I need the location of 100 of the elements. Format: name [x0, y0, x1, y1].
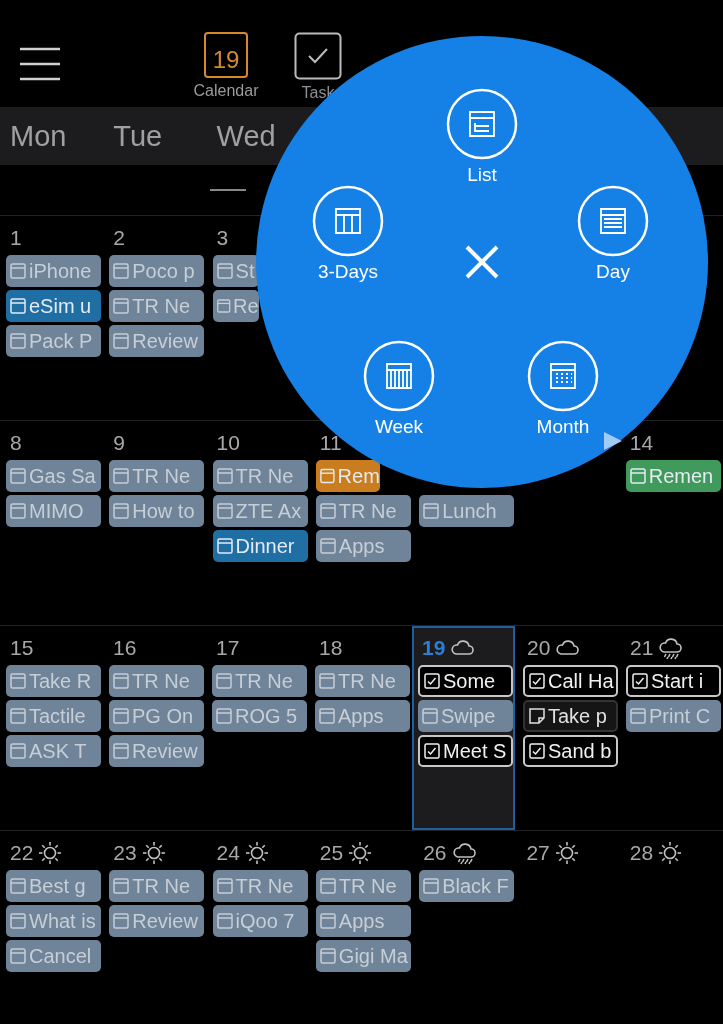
- date-number: 16: [113, 636, 137, 660]
- event-chip[interactable]: Gas Sa: [6, 460, 101, 492]
- event-chip[interactable]: Poco p: [109, 255, 205, 287]
- calendar-icon: [318, 707, 336, 725]
- sun-icon: [657, 840, 684, 866]
- event-chip[interactable]: TR Ne: [109, 665, 204, 697]
- event-chip[interactable]: How to: [109, 495, 205, 527]
- date-number: 8: [10, 431, 22, 455]
- event-chip[interactable]: Apps: [315, 700, 410, 732]
- sun-icon: [553, 840, 580, 866]
- rain-cloud-icon: [450, 840, 479, 866]
- calendar-icon: [215, 467, 234, 485]
- event-chip[interactable]: TR Ne: [212, 665, 307, 697]
- task-chip[interactable]: Some: [418, 665, 513, 697]
- calendar-icon: [112, 707, 130, 725]
- selected-day-cell[interactable]: 19 Some Swipe Meet S: [412, 626, 515, 830]
- calendar-icon: [318, 947, 337, 965]
- date-number: 21: [630, 636, 654, 660]
- calendar-icon: [9, 467, 27, 485]
- event-chip[interactable]: TR Ne: [109, 460, 205, 492]
- task-chip[interactable]: Call Ha: [523, 665, 618, 697]
- event-chip[interactable]: Cancel: [6, 940, 101, 972]
- weekday-label: Mon: [9, 119, 67, 153]
- checkbox-icon: [528, 672, 546, 690]
- event-chip[interactable]: Re: [212, 290, 259, 322]
- event-chip[interactable]: Review: [109, 735, 204, 767]
- event-chip[interactable]: Remen: [625, 460, 721, 492]
- event-chip[interactable]: Tactile: [6, 700, 101, 732]
- task-chip[interactable]: Sand b: [523, 735, 618, 767]
- event-chip[interactable]: Dinner: [212, 530, 308, 562]
- event-chip[interactable]: Print C: [626, 700, 721, 732]
- event-chip[interactable]: ROG 5: [212, 700, 307, 732]
- menu-button[interactable]: [18, 46, 62, 82]
- calendar-icon: [9, 297, 27, 315]
- calendar-icon: [318, 537, 337, 555]
- calendar-icon: [112, 912, 131, 930]
- event-chip[interactable]: TR Ne: [212, 870, 308, 902]
- checkbox-icon: [528, 742, 546, 760]
- event-chip[interactable]: TR Ne: [109, 290, 205, 322]
- date-number: 3: [216, 226, 229, 250]
- event-chip[interactable]: eSim u: [6, 290, 101, 322]
- date-number: 25: [319, 841, 344, 865]
- event-chip[interactable]: ASK T: [6, 735, 101, 767]
- event-chip[interactable]: TR Ne: [109, 870, 205, 902]
- calendar-icon: [628, 467, 647, 485]
- checkbox-icon: [423, 742, 441, 760]
- event-chip[interactable]: Black F: [419, 870, 515, 902]
- date-number: 11: [319, 431, 342, 455]
- event-chip[interactable]: Best g: [6, 870, 101, 902]
- date-number: 20: [527, 636, 551, 660]
- event-chip[interactable]: Take R: [6, 665, 101, 697]
- calendar-icon: [9, 707, 27, 725]
- date-number: 18: [319, 636, 343, 660]
- calendar-icon: [318, 467, 336, 485]
- event-chip[interactable]: ZTE Ax: [212, 495, 308, 527]
- view-icon: [363, 340, 435, 412]
- event-chip[interactable]: TR Ne: [315, 665, 410, 697]
- event-chip[interactable]: PG On: [109, 700, 204, 732]
- event-chip[interactable]: Gigi Ma: [315, 940, 411, 972]
- event-chip[interactable]: iQoo 7: [212, 905, 308, 937]
- event-chip[interactable]: Apps: [315, 905, 411, 937]
- task-chip[interactable]: Meet S: [418, 735, 513, 767]
- calendar-icon: [112, 297, 131, 315]
- calendar-icon: 19: [204, 32, 248, 78]
- date-number: 1: [10, 226, 22, 250]
- view-option-button[interactable]: Week: [363, 340, 435, 438]
- view-option-button[interactable]: 3-Days: [312, 185, 384, 283]
- date-number: 14: [629, 431, 654, 455]
- calendar-icon: [318, 877, 337, 895]
- task-chip[interactable]: Start i: [626, 665, 721, 697]
- event-chip[interactable]: St: [212, 255, 259, 287]
- event-chip[interactable]: Lunch: [419, 495, 515, 527]
- event-chip[interactable]: Rem: [315, 460, 380, 492]
- calendar-icon: [9, 672, 27, 690]
- calendar-icon: [112, 332, 131, 350]
- view-option-button[interactable]: List: [446, 88, 518, 186]
- calendar-icon: [9, 332, 27, 350]
- note-chip[interactable]: Take p: [523, 700, 618, 732]
- date-number: 9: [113, 431, 125, 455]
- event-chip[interactable]: What is: [6, 905, 101, 937]
- calendar-icon: [9, 912, 27, 930]
- event-chip[interactable]: Pack P: [6, 325, 101, 357]
- event-chip[interactable]: TR Ne: [315, 495, 411, 527]
- event-chip[interactable]: TR Ne: [315, 870, 411, 902]
- view-option-button[interactable]: Day: [577, 185, 649, 283]
- view-option-button[interactable]: Month: [527, 340, 599, 438]
- event-chip[interactable]: iPhone: [6, 255, 101, 287]
- calendar-icon: [9, 947, 27, 965]
- date-number: 15: [10, 636, 34, 660]
- event-chip[interactable]: TR Ne: [212, 460, 308, 492]
- event-chip[interactable]: Review: [109, 905, 205, 937]
- event-chip[interactable]: Apps: [315, 530, 411, 562]
- calendar-icon: [9, 262, 27, 280]
- checkbox-icon: [423, 672, 441, 690]
- sun-icon: [243, 840, 270, 866]
- event-chip[interactable]: MIMO: [6, 495, 101, 527]
- tab[interactable]: 19 Calendar: [190, 32, 262, 102]
- pointer-icon: [603, 431, 623, 451]
- event-chip[interactable]: Review: [109, 325, 205, 357]
- event-chip[interactable]: Swipe: [418, 700, 513, 732]
